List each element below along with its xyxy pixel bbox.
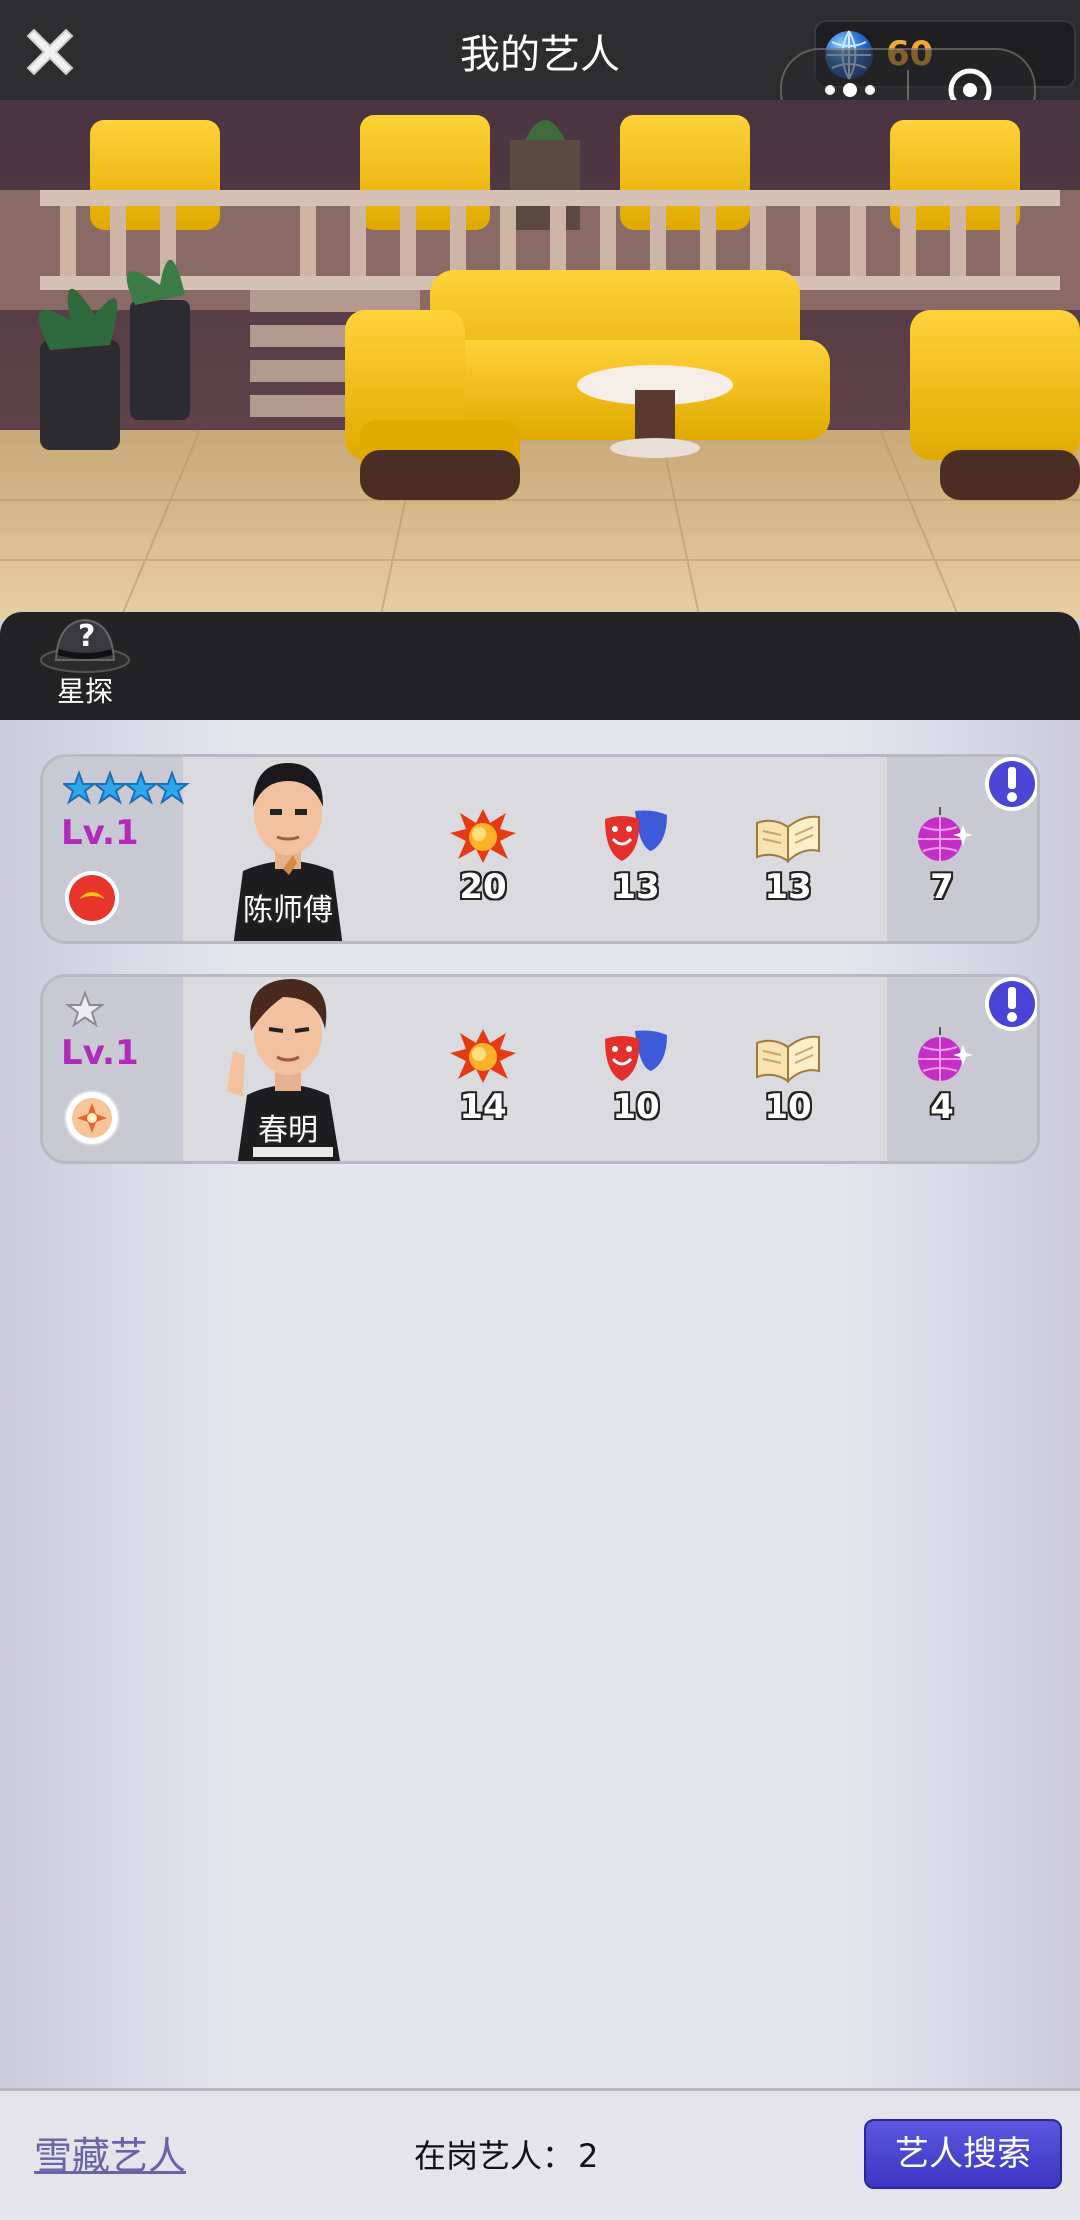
genre-badge-icon <box>64 1090 120 1146</box>
open-book-icon <box>756 1035 820 1084</box>
on-duty-count: 在岗艺人： 2 <box>410 2131 598 2177</box>
theater-masks-icon <box>605 1030 667 1081</box>
stat-glamour: 7 <box>887 807 997 907</box>
lounge-scene <box>0 100 1080 620</box>
explosion-icon <box>450 809 516 863</box>
on-duty-value: 2 <box>578 2137 599 2175</box>
artist-name: 春明 <box>258 1113 318 1148</box>
scout-button[interactable]: ? 星探 <box>30 612 140 720</box>
bottom-bar: 雪藏艺人 在岗艺人： 2 艺人搜索 <box>0 2088 1080 2220</box>
artist-card[interactable]: Lv.1 陈师傅 20 13 13 7 <box>40 754 1040 944</box>
artist-level: Lv.1 <box>61 813 139 853</box>
star-rating <box>63 770 190 805</box>
stat-value: 10 <box>764 1087 812 1127</box>
top-bar: 我的艺人 60 <box>0 0 1080 132</box>
artist-search-button[interactable]: 艺人搜索 <box>864 2119 1062 2189</box>
svg-text:?: ? <box>78 619 95 654</box>
stat-value: 4 <box>930 1087 954 1127</box>
exclamation-icon[interactable] <box>983 975 1040 1033</box>
stat-action: 20 <box>428 807 538 907</box>
more-icon[interactable] <box>822 80 878 100</box>
stat-value: 13 <box>612 867 660 907</box>
artist-level: Lv.1 <box>61 1033 139 1073</box>
explosion-icon <box>450 1029 516 1083</box>
on-duty-label: 在岗艺人： <box>414 2137 575 2175</box>
scout-bar: ? 星探 <box>0 612 1080 720</box>
artist-name: 陈师傅 <box>243 893 333 928</box>
stat-action: 14 <box>428 1027 538 1127</box>
stat-knowledge: 13 <box>733 807 843 907</box>
scout-label: 星探 <box>56 675 113 708</box>
artist-list: Lv.1 陈师傅 20 13 13 7 Lv.1 春明 14 10 10 4 <box>0 720 1080 2088</box>
stat-value: 7 <box>930 867 954 907</box>
hidden-artists-link[interactable]: 雪藏艺人 <box>34 2125 186 2180</box>
stat-value: 20 <box>459 867 507 907</box>
star-rating <box>65 990 105 1028</box>
stat-knowledge: 10 <box>733 1027 843 1127</box>
disco-ball-icon <box>918 807 973 861</box>
disco-ball-icon <box>918 1027 973 1081</box>
open-book-icon <box>756 815 820 864</box>
stat-glamour: 4 <box>887 1027 997 1127</box>
exclamation-icon[interactable] <box>983 755 1040 813</box>
stat-drama: 13 <box>581 807 691 907</box>
theater-masks-icon <box>605 810 667 861</box>
stat-value: 14 <box>459 1087 507 1127</box>
detective-hat-icon: ? <box>40 618 130 673</box>
stat-drama: 10 <box>581 1027 691 1127</box>
stat-value: 13 <box>764 867 812 907</box>
artist-card[interactable]: Lv.1 春明 14 10 10 4 <box>40 974 1040 1164</box>
stat-value: 10 <box>612 1087 660 1127</box>
genre-badge-icon <box>65 871 119 925</box>
